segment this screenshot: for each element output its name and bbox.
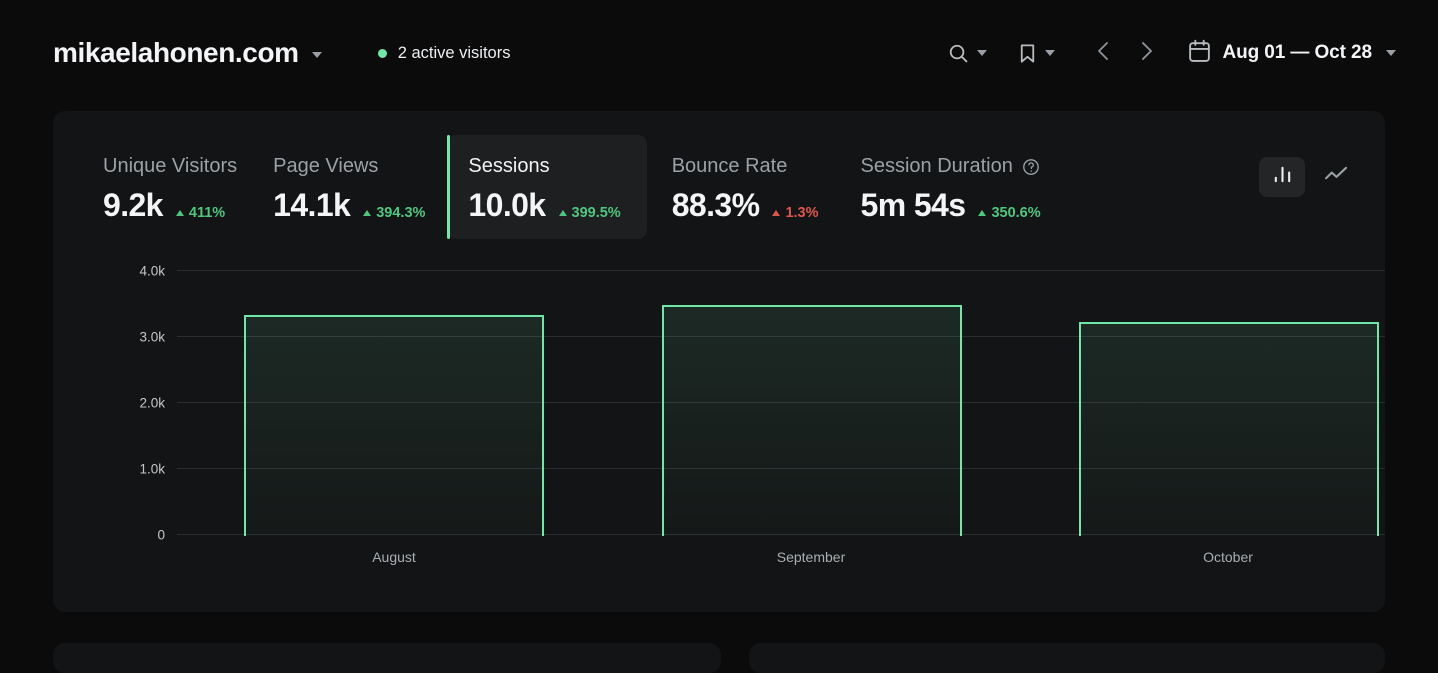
metric-delta: 1.3% (772, 205, 818, 221)
bar-september[interactable] (662, 305, 962, 536)
dashboard-panel: Unique Visitors 9.2k 411% Page Views 14.… (53, 111, 1385, 612)
arrow-up-icon (176, 210, 184, 216)
metric-delta: 350.6% (978, 205, 1040, 221)
metric-card-sessions[interactable]: Sessions 10.0k 399.5% (447, 135, 646, 239)
metric-value: 9.2k (103, 187, 163, 224)
metric-label: Unique Visitors (103, 155, 237, 178)
chevron-down-icon[interactable] (312, 52, 322, 58)
metric-label-text: Unique Visitors (103, 155, 237, 178)
y-tick-label: 1.0k (139, 461, 165, 476)
chart-type-toggle (1259, 157, 1359, 197)
chevron-left-icon (1093, 38, 1115, 69)
search-icon (947, 42, 970, 65)
sessions-bar-chart: 4.0k 3.0k 2.0k 1.0k 0 August September O… (53, 266, 1385, 596)
metric-value-row: 14.1k 394.3% (273, 187, 425, 224)
top-bar-left: mikaelahonen.com 2 active visitors (0, 37, 510, 69)
chart-plot-area (177, 266, 1385, 536)
chevron-down-icon[interactable] (977, 50, 987, 56)
bottom-card-left[interactable] (53, 643, 721, 673)
line-chart-toggle-button[interactable] (1313, 157, 1359, 197)
metric-label-text: Sessions (468, 155, 549, 178)
help-circle-icon[interactable] (1022, 158, 1040, 176)
metric-delta-text: 1.3% (785, 205, 818, 221)
arrow-up-icon (772, 210, 780, 216)
arrow-up-icon (559, 210, 567, 216)
arrow-up-icon (363, 210, 371, 216)
bar-chart-toggle-button[interactable] (1259, 157, 1305, 197)
x-axis-labels: August September October (177, 549, 1385, 569)
metric-value: 10.0k (468, 187, 545, 224)
top-bar-right: Aug 01 — Oct 28 (939, 32, 1438, 75)
metric-value: 14.1k (273, 187, 350, 224)
metric-cards: Unique Visitors 9.2k 411% Page Views 14.… (53, 135, 1385, 239)
metric-label: Session Duration (861, 155, 1041, 178)
metric-label: Page Views (273, 155, 425, 178)
chevron-right-icon (1135, 38, 1157, 69)
line-chart-icon (1324, 164, 1349, 190)
y-tick-label: 0 (157, 527, 165, 542)
y-tick-label: 2.0k (139, 395, 165, 410)
y-tick-label: 4.0k (139, 263, 165, 278)
metric-delta-text: 411% (189, 205, 225, 221)
bookmark-button[interactable] (1009, 36, 1063, 71)
x-tick-label: September (777, 549, 845, 565)
metric-value: 88.3% (672, 187, 760, 224)
metric-label: Bounce Rate (672, 155, 819, 178)
previous-period-button[interactable] (1083, 34, 1125, 73)
top-bar: mikaelahonen.com 2 active visitors (0, 0, 1438, 106)
metric-value: 5m 54s (861, 187, 966, 224)
metric-card-unique-visitors[interactable]: Unique Visitors 9.2k 411% (89, 135, 259, 239)
chevron-down-icon[interactable] (1045, 50, 1055, 56)
metric-delta-text: 394.3% (376, 205, 425, 221)
metric-card-page-views[interactable]: Page Views 14.1k 394.3% (259, 135, 447, 239)
date-range-picker[interactable]: Aug 01 — Oct 28 (1183, 32, 1401, 75)
metric-delta: 399.5% (559, 205, 621, 221)
metric-label-text: Page Views (273, 155, 378, 178)
y-tick-label: 3.0k (139, 329, 165, 344)
metric-card-bounce-rate[interactable]: Bounce Rate 88.3% 1.3% (647, 135, 841, 239)
bookmark-icon (1017, 42, 1038, 65)
y-axis-labels: 4.0k 3.0k 2.0k 1.0k 0 (53, 266, 165, 536)
bottom-card-right[interactable] (749, 643, 1385, 673)
arrow-up-icon (978, 210, 986, 216)
search-button[interactable] (939, 36, 995, 71)
active-visitors-label: 2 active visitors (398, 44, 511, 63)
x-tick-label: August (372, 549, 416, 565)
live-status-dot (378, 49, 387, 58)
bar-august[interactable] (244, 315, 544, 536)
metric-delta: 411% (176, 205, 225, 221)
active-visitors[interactable]: 2 active visitors (378, 44, 511, 63)
metric-value-row: 9.2k 411% (103, 187, 237, 224)
calendar-icon (1187, 38, 1212, 69)
metric-label: Sessions (468, 155, 620, 178)
metric-value-row: 88.3% 1.3% (672, 187, 819, 224)
metric-value-row: 10.0k 399.5% (468, 187, 620, 224)
x-tick-label: October (1203, 549, 1253, 565)
metric-card-session-duration[interactable]: Session Duration 5m 54s 350.6% (841, 135, 1063, 239)
bar-chart-icon (1272, 164, 1293, 190)
metric-label-text: Session Duration (861, 155, 1013, 178)
site-selector[interactable]: mikaelahonen.com (53, 37, 322, 69)
next-period-button[interactable] (1125, 34, 1167, 73)
metric-value-row: 5m 54s 350.6% (861, 187, 1041, 224)
metric-label-text: Bounce Rate (672, 155, 788, 178)
metric-delta-text: 399.5% (572, 205, 621, 221)
bar-october[interactable] (1079, 322, 1379, 536)
date-range-label: Aug 01 — Oct 28 (1223, 42, 1373, 64)
chevron-down-icon[interactable] (1386, 50, 1396, 56)
metric-delta: 394.3% (363, 205, 425, 221)
metric-delta-text: 350.6% (991, 205, 1040, 221)
page-title: mikaelahonen.com (53, 37, 299, 69)
